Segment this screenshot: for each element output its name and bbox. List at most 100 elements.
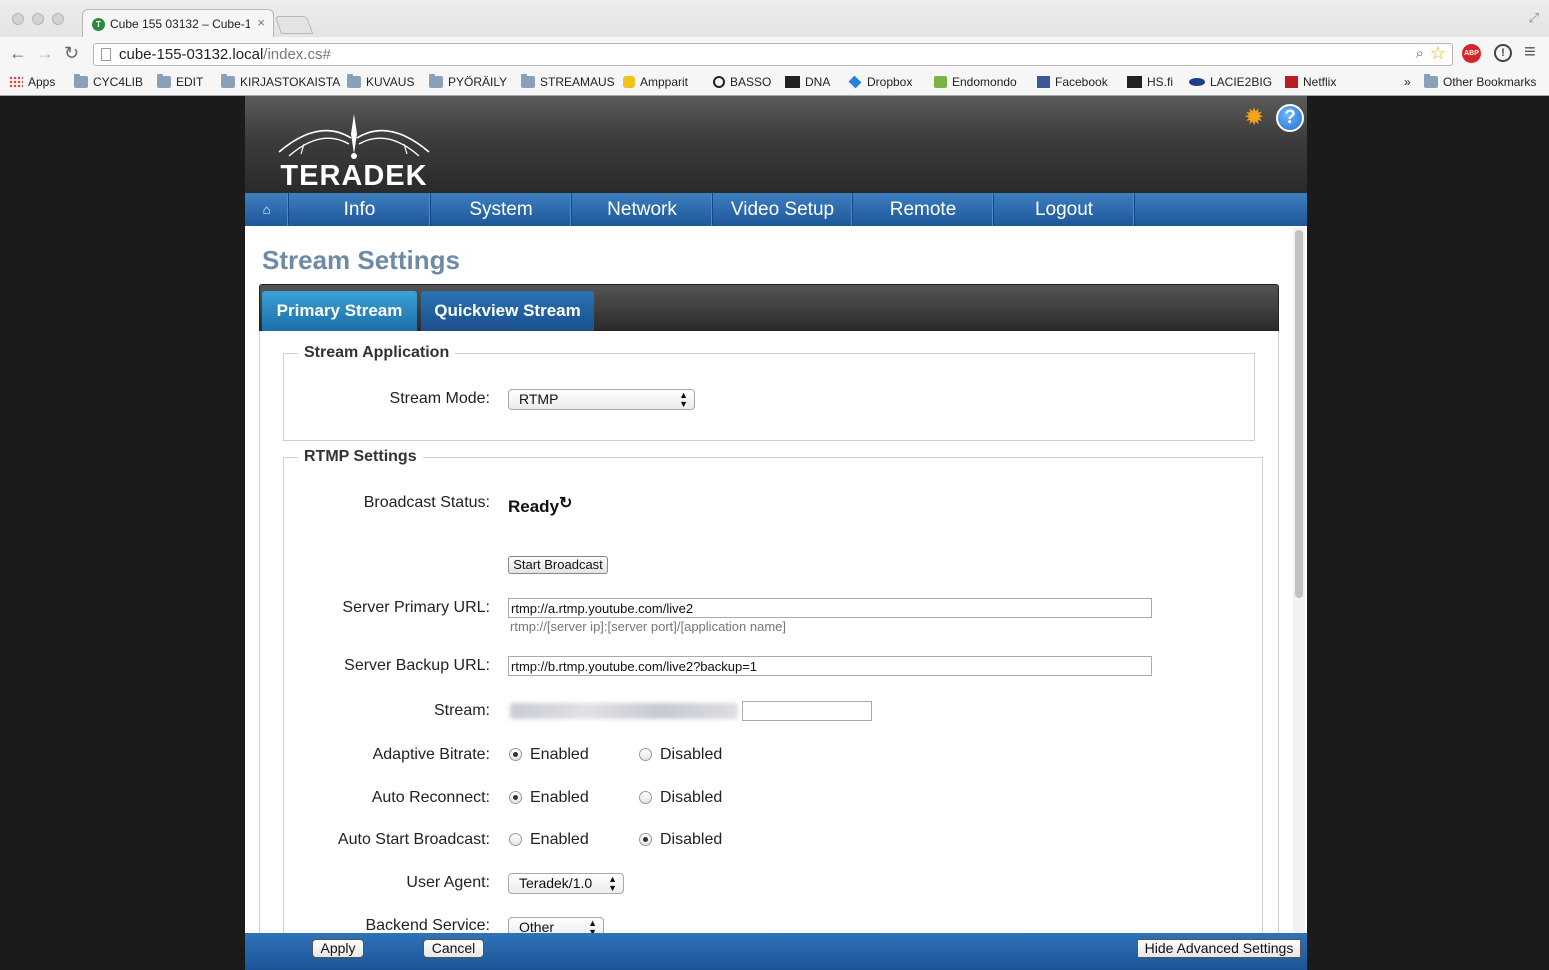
autostart-disabled-radio[interactable] [639, 833, 652, 846]
minimize-window-button[interactable] [32, 13, 44, 25]
stream-mode-select[interactable]: RTMP ▲ ▼ [508, 389, 695, 410]
autostart-enabled-radio[interactable] [509, 833, 522, 846]
refresh-icon[interactable]: ↻ [559, 495, 572, 512]
footer-bar: Apply Cancel Hide Advanced Settings [245, 933, 1307, 970]
folder-icon [74, 74, 88, 88]
page-icon [101, 48, 111, 61]
reconnect-disabled-radio[interactable] [639, 791, 652, 804]
bookmark-folder[interactable]: CYC4LIB [74, 74, 143, 89]
adaptive-disabled-radio[interactable] [639, 748, 652, 761]
browser-toolbar: ← → ↻ cube-155-03132.local/index.cs# ⌕ ☆… [0, 37, 1549, 71]
teradek-logo: TERADEK [278, 114, 430, 190]
user-agent-select[interactable]: Teradek/1.0 ▲ ▼ [508, 873, 624, 894]
reload-icon[interactable]: ↻ [64, 44, 79, 62]
bookmarks-overflow-button[interactable]: » [1404, 75, 1411, 89]
backup-url-label: Server Backup URL: [344, 657, 490, 674]
bookmark-folder[interactable]: PYÖRÄILY [429, 74, 507, 89]
tab-close-icon[interactable]: × [257, 15, 265, 30]
help-icon[interactable]: ? [1276, 104, 1304, 132]
radio-label: Enabled [530, 831, 589, 848]
auto-start-label: Auto Start Broadcast: [337, 831, 490, 848]
page-scrollbar[interactable] [1293, 228, 1305, 932]
bookmark-folder[interactable]: KIRJASTOKAISTA [221, 74, 340, 89]
svg-text:TERADEK: TERADEK [280, 160, 427, 190]
rtmp-settings-group: RTMP Settings [283, 448, 1263, 933]
backend-service-select[interactable]: Other ▲ ▼ [508, 917, 604, 933]
back-icon[interactable]: ← [9, 44, 27, 62]
bookmark-folder[interactable]: KUVAUS [347, 74, 414, 89]
home-icon[interactable]: ⌂ [245, 193, 289, 226]
bookmark-basso[interactable]: BASSO [713, 75, 771, 89]
stream-tabs: Primary Stream Quickview Stream [259, 284, 1279, 331]
nav-network[interactable]: Network [572, 193, 713, 226]
folder-icon [347, 74, 361, 88]
hs-icon [1127, 76, 1142, 88]
netflix-icon [1285, 76, 1298, 88]
radio-label: Disabled [660, 789, 723, 806]
apply-button[interactable]: Apply [312, 939, 364, 958]
nav-remote[interactable]: Remote [853, 193, 994, 226]
select-arrows-icon: ▲ ▼ [588, 918, 597, 934]
group-legend: Stream Application [304, 344, 450, 361]
nav-info[interactable]: Info [289, 193, 431, 226]
primary-url-input[interactable] [508, 598, 1152, 618]
adaptive-enabled-radio[interactable] [509, 748, 522, 761]
primary-url-hint: rtmp://[server ip]:[server port]/[applic… [510, 619, 786, 634]
other-bookmarks[interactable]: Other Bookmarks [1424, 74, 1536, 89]
nav-video-setup[interactable]: Video Setup [713, 193, 853, 226]
bookmark-folder[interactable]: EDIT [157, 74, 203, 89]
bookmark-lacie[interactable]: LACIE2BIG [1189, 75, 1272, 89]
forward-icon[interactable]: → [36, 44, 54, 62]
browser-tab[interactable]: T Cube 155 03132 – Cube-1 × [82, 9, 274, 37]
bookmark-netflix[interactable]: Netflix [1285, 75, 1336, 89]
facebook-icon [1037, 76, 1050, 88]
bookmark-facebook[interactable]: Facebook [1037, 75, 1108, 89]
main-nav: ⌂ Info System Network Video Setup Remote… [245, 193, 1307, 226]
bookmark-endomondo[interactable]: Endomondo [934, 75, 1017, 89]
bookmark-folder[interactable]: STREAMAUS [521, 74, 615, 89]
teradek-page: TERADEK ✹ ? ⌂ Info System Network Video … [245, 96, 1307, 970]
backup-url-input[interactable] [508, 656, 1152, 676]
auto-reconnect-label: Auto Reconnect: [371, 789, 490, 806]
radio-label: Enabled [530, 789, 589, 806]
page-title: Stream Settings [262, 245, 460, 275]
adblock-icon[interactable]: ABP [1462, 44, 1481, 63]
close-window-button[interactable] [12, 13, 24, 25]
bookmark-apps[interactable]: Apps [9, 75, 55, 89]
stream-mode-value: RTMP [519, 391, 559, 407]
zoom-window-button[interactable] [52, 13, 64, 25]
tab-primary-stream[interactable]: Primary Stream [262, 291, 417, 331]
bookmark-dna[interactable]: DNA [785, 75, 830, 89]
nav-logout[interactable]: Logout [994, 193, 1135, 226]
user-agent-label: User Agent: [406, 874, 490, 891]
fullscreen-icon[interactable]: ⤢ [1529, 10, 1539, 26]
new-tab-button[interactable] [274, 16, 314, 34]
cancel-button[interactable]: Cancel [423, 939, 484, 958]
scrollbar-thumb[interactable] [1295, 230, 1303, 598]
nav-system[interactable]: System [431, 193, 572, 226]
endomondo-icon [934, 76, 947, 88]
reconnect-enabled-radio[interactable] [509, 791, 522, 804]
folder-icon [221, 74, 235, 88]
folder-icon [429, 74, 443, 88]
broadcast-status-value: Ready↻ [508, 495, 573, 516]
tab-panel: Stream Application Stream Mode: RTMP ▲ ▼ … [259, 331, 1279, 933]
hide-advanced-settings-button[interactable]: Hide Advanced Settings [1137, 939, 1301, 958]
group-legend: RTMP Settings [304, 448, 417, 465]
bookmark-hs[interactable]: HS.fi [1127, 75, 1173, 89]
menu-icon[interactable]: ≡ [1524, 41, 1536, 64]
settings-gear-icon[interactable]: ✹ [1242, 106, 1266, 130]
address-bar[interactable]: cube-155-03132.local/index.cs# ⌕ ☆ [93, 43, 1453, 66]
radio-label: Disabled [660, 746, 723, 763]
dropbox-icon [848, 75, 862, 89]
stream-key-input[interactable] [742, 701, 872, 721]
search-icon[interactable]: ⌕ [1416, 45, 1424, 62]
start-broadcast-button[interactable]: Start Broadcast [508, 556, 608, 574]
primary-url-label: Server Primary URL: [342, 599, 490, 616]
stream-key-redacted [510, 703, 738, 719]
tab-quickview-stream[interactable]: Quickview Stream [421, 291, 594, 331]
bookmark-star-icon[interactable]: ☆ [1430, 43, 1446, 64]
extension-info-icon[interactable]: ! [1494, 44, 1512, 62]
bookmark-ampparit[interactable]: Ampparit [623, 75, 688, 89]
bookmark-dropbox[interactable]: Dropbox [848, 75, 912, 89]
